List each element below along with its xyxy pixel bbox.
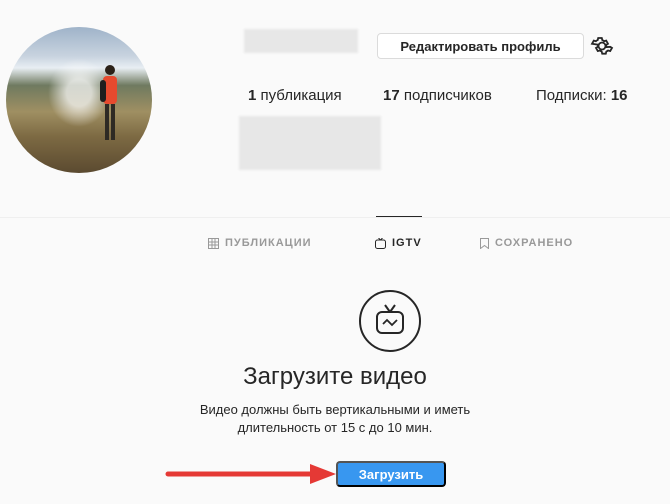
red-arrow-annotation bbox=[165, 464, 336, 484]
grid-icon bbox=[208, 237, 219, 249]
tab-label: ПУБЛИКАЦИИ bbox=[225, 237, 312, 249]
tab-publications[interactable]: ПУБЛИКАЦИИ bbox=[208, 237, 312, 249]
followers-stat[interactable]: 17 подписчиков bbox=[383, 87, 492, 104]
upload-title: Загрузите видео bbox=[243, 363, 427, 390]
tab-igtv[interactable]: IGTV bbox=[375, 237, 422, 249]
tab-label: IGTV bbox=[392, 237, 422, 249]
bookmark-icon bbox=[480, 237, 489, 249]
tabs-divider bbox=[0, 217, 670, 218]
gear-icon[interactable] bbox=[590, 34, 614, 58]
username-blur bbox=[244, 29, 358, 53]
igtv-icon bbox=[375, 237, 386, 249]
upload-button[interactable]: Загрузить bbox=[336, 461, 446, 487]
description-line-2: длительность от 15 с до 10 мин. bbox=[237, 420, 433, 435]
bio-blur bbox=[239, 116, 381, 170]
hiker-figure bbox=[100, 65, 117, 140]
upload-description: Видео должны быть вертикальными и иметь … bbox=[0, 401, 670, 437]
tab-label: СОХРАНЕНО bbox=[495, 237, 574, 249]
edit-profile-button[interactable]: Редактировать профиль bbox=[377, 33, 584, 59]
active-tab-indicator bbox=[376, 216, 422, 217]
following-stat[interactable]: Подписки: 16 bbox=[536, 87, 628, 104]
igtv-large-icon bbox=[359, 290, 421, 352]
description-line-1: Видео должны быть вертикальными и иметь bbox=[199, 402, 471, 417]
profile-avatar[interactable] bbox=[6, 27, 152, 173]
posts-stat: 1 публикация bbox=[248, 87, 342, 104]
tab-saved[interactable]: СОХРАНЕНО bbox=[480, 237, 573, 249]
